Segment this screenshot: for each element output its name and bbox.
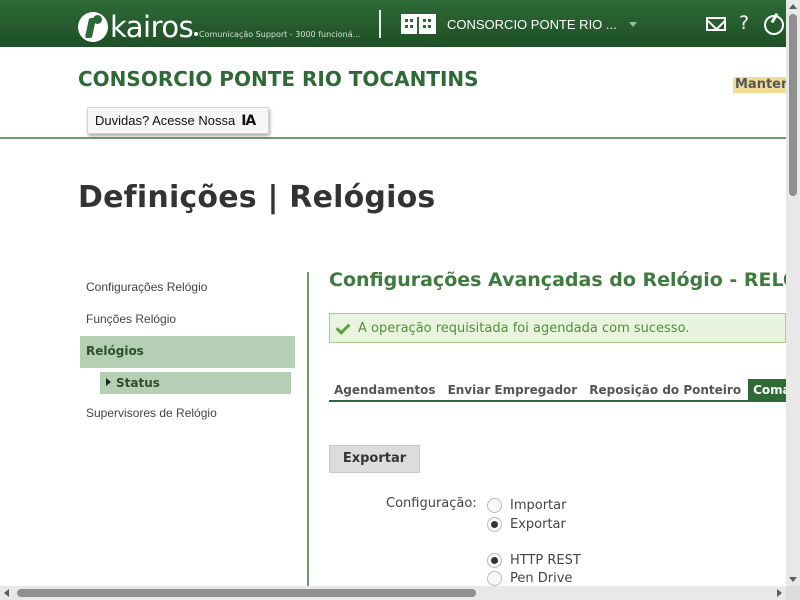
success-alert: A operação requisitada foi agendada com … <box>329 313 786 343</box>
sidebar-item-funcoes-relogio[interactable]: Funções Relógio <box>80 304 295 336</box>
sidebar-subitem-status[interactable]: Status <box>100 372 291 394</box>
configuration-label: Configuração: <box>386 496 477 511</box>
maintenance-badge[interactable]: Manten <box>733 77 786 93</box>
company-header: CONSORCIO PONTE RIO TOCANTINS Manten Duv… <box>0 47 786 139</box>
radio-importar[interactable]: Importar <box>487 498 566 513</box>
company-selector[interactable]: CONSORCIO PONTE RIO ... <box>401 14 637 34</box>
content-divider <box>307 272 309 586</box>
company-selector-label: CONSORCIO PONTE RIO ... <box>447 16 617 32</box>
radio-exportar-control[interactable] <box>487 517 502 532</box>
tab-comandos[interactable]: Comandos d <box>748 379 786 400</box>
sidebar-item-configuracoes-relogio[interactable]: Configurações Relógio <box>80 272 295 304</box>
top-bar: kairos Comunicação Support - 3000 funcio… <box>0 0 786 47</box>
kairos-logo[interactable]: kairos <box>78 6 199 44</box>
ia-help-label: Duvidas? Acesse Nossa <box>95 113 236 128</box>
radio-exportar-label: Exportar <box>510 517 566 532</box>
radio-importar-control[interactable] <box>487 498 502 513</box>
sidebar-item-relogios[interactable]: Relógios <box>80 336 295 368</box>
company-title: CONSORCIO PONTE RIO TOCANTINS <box>78 67 479 91</box>
building-icon <box>401 14 436 34</box>
radio-http-rest-control[interactable] <box>487 553 502 568</box>
help-icon[interactable]: ? <box>739 12 749 34</box>
radio-http-rest-label: HTTP REST <box>510 553 581 568</box>
mail-icon[interactable] <box>706 17 726 31</box>
logout-icon[interactable] <box>764 15 784 35</box>
scrollbar-corner <box>786 586 800 600</box>
radio-exportar[interactable]: Exportar <box>487 517 566 532</box>
sidebar-item-supervisores-de-relogio[interactable]: Supervisores de Relógio <box>80 398 295 430</box>
horizontal-scroll-thumb[interactable] <box>17 589 476 597</box>
scroll-down-icon[interactable] <box>789 577 797 582</box>
tab-enviar-empregador[interactable]: Enviar Empregador <box>443 379 585 400</box>
check-icon <box>335 321 349 335</box>
tab-bar: Agendamentos Enviar Empregador Reposição… <box>329 379 786 402</box>
chevron-down-icon <box>628 21 637 27</box>
success-message: A operação requisitada foi agendada com … <box>358 320 690 336</box>
vertical-scrollbar[interactable] <box>786 0 800 586</box>
kairos-logo-mark-icon <box>78 12 108 42</box>
scroll-up-icon[interactable] <box>789 4 797 9</box>
scroll-right-icon[interactable] <box>777 589 782 597</box>
ia-help-button[interactable]: Duvidas? Acesse Nossa IA <box>87 107 269 134</box>
logo-dot <box>194 32 199 36</box>
company-subtitle: Comunicação Support - 3000 funcioná... <box>199 30 361 39</box>
page-title: Definições | Relógios <box>78 180 436 215</box>
export-button[interactable]: Exportar <box>329 445 420 473</box>
radio-pen-drive-control[interactable] <box>487 571 502 586</box>
header-divider <box>379 10 381 38</box>
tab-reposicao-do-ponteiro[interactable]: Reposição do Ponteiro <box>584 379 748 400</box>
radio-http-rest[interactable]: HTTP REST <box>487 553 581 568</box>
radio-pen-drive[interactable]: Pen Drive <box>487 571 572 586</box>
logo-text: kairos <box>110 10 194 44</box>
radio-pen-drive-label: Pen Drive <box>510 571 573 586</box>
scroll-left-icon[interactable] <box>4 589 9 597</box>
ia-icon: IA <box>241 112 256 129</box>
horizontal-scrollbar[interactable] <box>0 586 786 600</box>
tab-agendamentos[interactable]: Agendamentos <box>329 379 443 400</box>
vertical-scroll-thumb[interactable] <box>789 14 797 196</box>
radio-importar-label: Importar <box>510 498 567 513</box>
section-title: Configurações Avançadas do Relógio - REL… <box>329 269 800 291</box>
